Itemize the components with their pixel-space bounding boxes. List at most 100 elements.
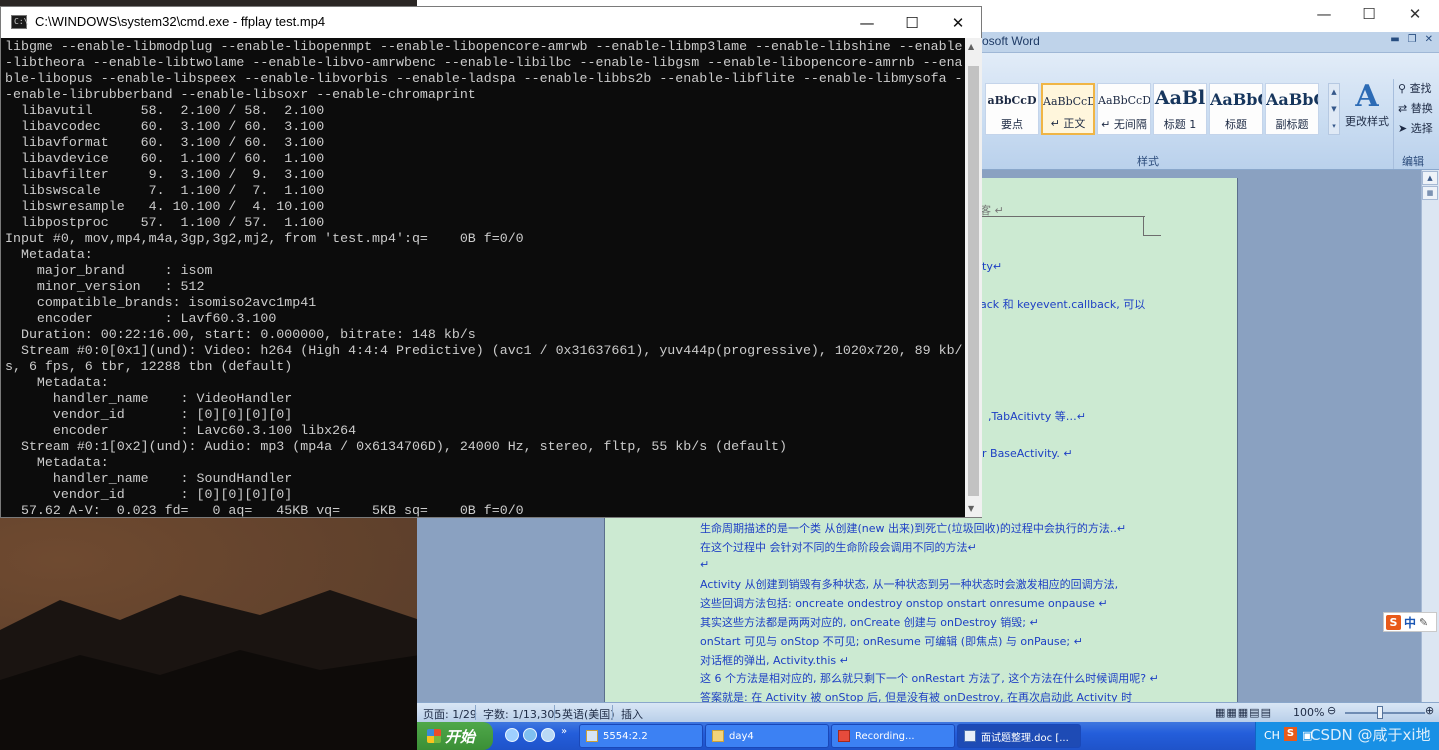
cmd-titlebar[interactable]: C:\ C:\WINDOWS\system32\cmd.exe - ffplay… xyxy=(1,7,981,38)
input-language-indicator[interactable]: CH xyxy=(1264,729,1280,742)
doc-line: onStart 可见与 onStop 不可见; onResume 可编辑 (即焦… xyxy=(700,635,1083,648)
doc-line: 在这个过程中 会针对不同的生命阶段会调用不同的方法↵ xyxy=(700,541,977,554)
doc-line: 这些回调方法包括: oncreate ondestroy onstop onst… xyxy=(700,597,1108,610)
console-line: libavdevice 60. 1.100 / 60. 1.100 xyxy=(5,151,325,166)
taskbar: 开始 » 5554:2.2 day4 Recording... 面试题整理.do… xyxy=(417,722,1439,750)
cmd-scrollbar-thumb[interactable] xyxy=(968,66,979,496)
select-button[interactable]: ➤ 选择 xyxy=(1394,119,1439,139)
change-styles-icon: A xyxy=(1355,79,1379,114)
scroll-up-icon[interactable]: ▲ xyxy=(1422,171,1438,185)
zoom-out-icon[interactable]: ⊖ xyxy=(1327,704,1336,717)
ie-icon[interactable] xyxy=(505,728,519,742)
sogou-tray-icon[interactable]: S xyxy=(1284,727,1297,741)
chevron-down-icon[interactable]: ▼ xyxy=(1329,101,1339,118)
status-word-count[interactable]: 字数: 1/13,305 xyxy=(483,706,561,722)
task-button-recording[interactable]: Recording... xyxy=(831,724,955,748)
scroll-down-icon[interactable]: ▼ xyxy=(968,504,974,513)
quicklaunch-icon[interactable] xyxy=(523,728,537,742)
console-line: -libtheora --enable-libtwolame --enable-… xyxy=(5,55,963,70)
zoom-in-icon[interactable]: ⊕ xyxy=(1425,704,1434,717)
status-zoom[interactable]: 100% xyxy=(1293,706,1324,719)
status-insert-mode[interactable]: 插入 xyxy=(621,706,643,722)
doc-line: 这 6 个方法是相对应的, 那么就只剩下一个 onRestart 方法了, 这个… xyxy=(700,672,1159,685)
console-line: 57.62 A-V: 0.023 fd= 0 aq= 45KB vq= 5KB … xyxy=(5,503,524,517)
replace-button[interactable]: ⇄ 替换 xyxy=(1394,99,1439,119)
doc-line: ty↵ xyxy=(982,260,1003,273)
chevron-up-icon[interactable]: ▲ xyxy=(1329,84,1339,101)
windows-logo-icon xyxy=(427,729,441,743)
doc-line: ,TabAcitivty 等…↵ xyxy=(988,410,1086,423)
style-heading-1[interactable]: AaBl 标题 1 xyxy=(1153,83,1207,135)
editing-group-label: 编辑 xyxy=(1402,155,1424,168)
cmd-minimize-button[interactable]: — xyxy=(844,8,890,37)
document-icon xyxy=(964,730,976,742)
cmd-close-button[interactable]: ✕ xyxy=(935,8,981,37)
console-line: Stream #0:0[0x1](und): Video: h264 (High… xyxy=(5,343,963,358)
styles-group-label: 样式 xyxy=(1137,155,1159,168)
console-line: ble-libopus --enable-libspeex --enable-l… xyxy=(5,71,963,86)
style-subtitle[interactable]: AaBbC 副标题 xyxy=(1265,83,1319,135)
word-minimize-button[interactable]: — xyxy=(1301,0,1347,28)
console-line: major_brand : isom xyxy=(5,263,213,278)
change-styles-button[interactable]: A 更改样式 xyxy=(1343,81,1391,141)
cmd-window-title: C:\WINDOWS\system32\cmd.exe - ffplay tes… xyxy=(35,14,326,29)
gallery-more-icon[interactable]: ▾ xyxy=(1329,118,1339,135)
word-maximize-button[interactable]: ☐ xyxy=(1346,0,1392,28)
console-line: libswscale 7. 1.100 / 7. 1.100 xyxy=(5,183,325,198)
cmd-scrollbar[interactable]: ▲ ▼ xyxy=(965,38,982,517)
replace-icon: ⇄ xyxy=(1398,102,1408,115)
ime-menu-icon[interactable]: ✎ xyxy=(1419,616,1428,629)
doc-line: 生命周期描述的是一个类 从创建(new 出来)到死亡(垃圾回收)的过程中会执行的… xyxy=(700,522,1127,535)
word-app-title: osoft Word xyxy=(982,34,1040,48)
console-line: minor_version : 512 xyxy=(5,279,205,294)
console-line: compatible_brands: isomiso2avc1mp41 xyxy=(5,295,317,310)
console-line: libpostproc 57. 1.100 / 57. 1.100 xyxy=(5,215,325,230)
window-icon xyxy=(586,730,598,742)
console-line: libavcodec 60. 3.100 / 60. 3.100 xyxy=(5,119,325,134)
word-close-button[interactable]: ✕ xyxy=(1392,0,1438,28)
console-output[interactable]: libgme --enable-libmodplug --enable-libo… xyxy=(5,39,963,517)
console-line: Metadata: xyxy=(5,375,109,390)
console-line: s, 6 fps, 6 tbr, 12288 tbn (default) xyxy=(5,359,293,374)
close-icon[interactable]: ✕ xyxy=(1425,34,1433,45)
ime-mode-label[interactable]: 中 xyxy=(1404,614,1416,631)
restore-icon[interactable]: ❐ xyxy=(1408,34,1417,45)
zoom-slider-thumb[interactable] xyxy=(1377,706,1383,719)
ruler-toggle-icon[interactable]: ▦ xyxy=(1422,186,1438,200)
console-line: encoder : Lavf60.3.100 xyxy=(5,311,277,326)
status-language[interactable]: 英语(美国) xyxy=(562,706,615,722)
folder-icon xyxy=(712,730,724,742)
zoom-slider[interactable] xyxy=(1345,712,1425,714)
start-button[interactable]: 开始 xyxy=(417,722,493,750)
console-line: handler_name : SoundHandler xyxy=(5,471,293,486)
style-emphasis[interactable]: aBbCcD 要点 xyxy=(985,83,1039,135)
sogou-ime-icon: S xyxy=(1386,614,1401,630)
word-statusbar: 页面: 1/29 字数: 1/13,305 英语(美国) 插入 ▦▦▦▤▤ 10… xyxy=(417,702,1439,722)
task-button-word-doc[interactable]: 面试题整理.doc [... xyxy=(957,724,1081,748)
console-line: vendor_id : [0][0][0][0] xyxy=(5,487,293,502)
doc-line: ↵ xyxy=(700,558,710,571)
style-no-spacing[interactable]: AaBbCcDc ↵ 无间隔 xyxy=(1097,83,1151,135)
quicklaunch-more-icon[interactable]: » xyxy=(561,726,567,737)
style-normal[interactable]: AaBbCcDc ↵ 正文 xyxy=(1041,83,1095,135)
cmd-window[interactable]: C:\ C:\WINDOWS\system32\cmd.exe - ffplay… xyxy=(0,6,982,518)
ribbon: aBbCcD 要点 AaBbCcDc ↵ 正文 AaBbCcDc ↵ 无间隔 A… xyxy=(982,52,1439,170)
minimize-icon[interactable]: ▬ xyxy=(1390,34,1399,45)
view-buttons-icon[interactable]: ▦▦▦▤▤ xyxy=(1215,706,1272,719)
console-line: libavfilter 9. 3.100 / 9. 3.100 xyxy=(5,167,325,182)
scroll-up-icon[interactable]: ▲ xyxy=(968,42,974,51)
console-line: libavformat 60. 3.100 / 60. 3.100 xyxy=(5,135,325,150)
doc-line: Activity 从创建到销毁有多种状态, 从一种状态到另一种状态时会激发相应的… xyxy=(700,578,1119,591)
ime-toolbar[interactable]: S 中 ✎ xyxy=(1383,612,1437,632)
binoculars-icon: ⚲ xyxy=(1398,82,1407,95)
quicklaunch-icon[interactable] xyxy=(541,728,555,742)
task-button-folder[interactable]: day4 xyxy=(705,724,829,748)
find-button[interactable]: ⚲ 查找 xyxy=(1394,79,1439,99)
task-button-emulator[interactable]: 5554:2.2 xyxy=(579,724,703,748)
cursor-icon: ➤ xyxy=(1398,122,1408,135)
gallery-scroll[interactable]: ▲ ▼ ▾ xyxy=(1328,83,1340,135)
console-line: vendor_id : [0][0][0][0] xyxy=(5,407,293,422)
style-title[interactable]: AaBbC 标题 xyxy=(1209,83,1263,135)
status-page[interactable]: 页面: 1/29 xyxy=(423,706,477,722)
cmd-maximize-button[interactable]: ☐ xyxy=(889,8,935,37)
